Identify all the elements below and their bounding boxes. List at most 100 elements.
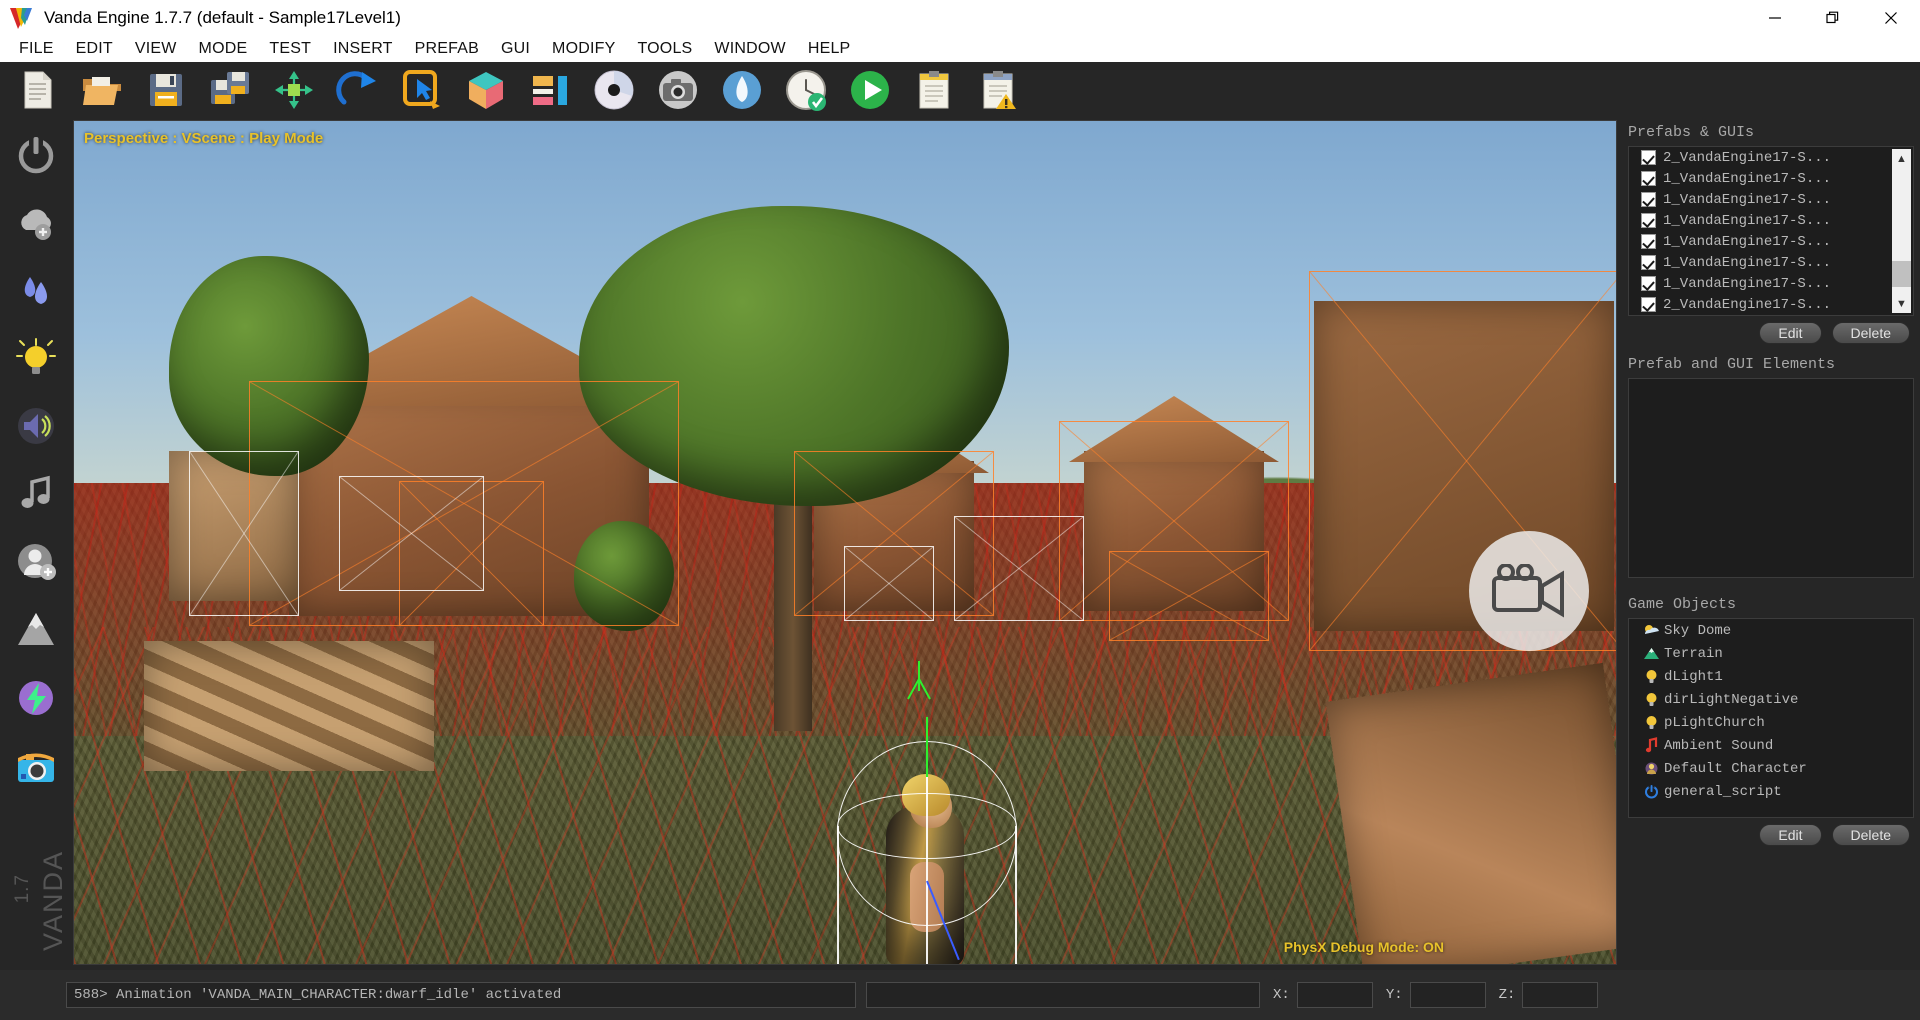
menu-item-tools[interactable]: TOOLS bbox=[626, 38, 703, 60]
restore-button[interactable] bbox=[1804, 0, 1862, 35]
checkbox-icon[interactable] bbox=[1641, 234, 1656, 249]
list-item[interactable]: dLight1 bbox=[1629, 665, 1913, 688]
minimize-button[interactable] bbox=[1746, 0, 1804, 35]
lightbulb-icon[interactable] bbox=[14, 336, 58, 380]
physics-bolt-icon[interactable] bbox=[14, 676, 58, 720]
list-item[interactable]: dirLightNegative bbox=[1629, 688, 1913, 711]
speaker-icon[interactable] bbox=[14, 404, 58, 448]
game-objects-delete-button[interactable]: Delete bbox=[1832, 824, 1910, 846]
checkbox-icon[interactable] bbox=[1641, 297, 1656, 312]
brand-name: VANDA bbox=[38, 850, 69, 951]
checkbox-icon[interactable] bbox=[1641, 255, 1656, 270]
game-objects-button-row: Edit Delete bbox=[1622, 818, 1920, 846]
mountain-icon[interactable] bbox=[14, 608, 58, 652]
open-folder-icon[interactable] bbox=[80, 68, 124, 112]
z-input[interactable] bbox=[1522, 982, 1598, 1008]
list-item-label: 1_VandaEngine17-S... bbox=[1663, 276, 1831, 292]
menu-item-mode[interactable]: MODE bbox=[188, 38, 259, 60]
x-label: X: bbox=[1273, 987, 1290, 1003]
list-item[interactable]: Terrain bbox=[1629, 642, 1913, 665]
checkbox-icon[interactable] bbox=[1641, 276, 1656, 291]
save-as-floppy-icon[interactable] bbox=[208, 68, 252, 112]
menu-item-file[interactable]: FILE bbox=[8, 38, 65, 60]
save-floppy-icon[interactable] bbox=[144, 68, 188, 112]
rotate-arrow-icon[interactable] bbox=[336, 68, 380, 112]
add-character-icon[interactable] bbox=[14, 540, 58, 584]
scrollbar-thumb[interactable] bbox=[1892, 261, 1911, 287]
play-icon[interactable] bbox=[848, 68, 892, 112]
clipboard-icon[interactable] bbox=[912, 68, 956, 112]
character-icon bbox=[1643, 760, 1660, 777]
game-objects-list[interactable]: Sky Dome Terrain dLight1 bbox=[1628, 618, 1914, 818]
list-item[interactable]: 1_VandaEngine17-S... bbox=[1629, 210, 1913, 231]
water-drop-icon[interactable] bbox=[720, 68, 764, 112]
prefabs-edit-button[interactable]: Edit bbox=[1759, 322, 1821, 344]
y-input[interactable] bbox=[1410, 982, 1486, 1008]
checkbox-icon[interactable] bbox=[1641, 150, 1656, 165]
list-item[interactable]: 1_VandaEngine17-S... bbox=[1629, 168, 1913, 189]
list-item-label: 1_VandaEngine17-S... bbox=[1663, 213, 1831, 229]
menu-item-modify[interactable]: MODIFY bbox=[541, 38, 626, 60]
clipboard-warning-icon[interactable] bbox=[976, 68, 1020, 112]
menu-item-insert[interactable]: INSERT bbox=[322, 38, 404, 60]
list-item-label: 2_VandaEngine17-S... bbox=[1663, 297, 1831, 313]
close-button[interactable] bbox=[1862, 0, 1920, 35]
menu-item-help[interactable]: HELP bbox=[797, 38, 862, 60]
vanda-logo-icon bbox=[8, 5, 34, 31]
list-item[interactable]: pLightChurch bbox=[1629, 711, 1913, 734]
prefabs-delete-button[interactable]: Delete bbox=[1832, 322, 1910, 344]
menu-item-window[interactable]: WINDOW bbox=[703, 38, 796, 60]
water-drops-icon[interactable] bbox=[14, 268, 58, 312]
command-input[interactable] bbox=[866, 982, 1260, 1008]
select-cursor-icon[interactable] bbox=[400, 68, 444, 112]
scroll-up-icon[interactable]: ▲ bbox=[1892, 149, 1911, 168]
checkbox-icon[interactable] bbox=[1641, 192, 1656, 207]
cube-icon[interactable] bbox=[464, 68, 508, 112]
checkbox-icon[interactable] bbox=[1641, 213, 1656, 228]
y-label: Y: bbox=[1386, 987, 1403, 1003]
move-arrows-icon[interactable] bbox=[272, 68, 316, 112]
scene-viewport[interactable]: Perspective : VScene : Play Mode PhysX D… bbox=[73, 120, 1617, 965]
clock-check-icon[interactable] bbox=[784, 68, 828, 112]
trigger-wireframe-1 bbox=[189, 451, 299, 616]
prefabs-list[interactable]: 2_VandaEngine17-S... 1_VandaEngine17-S..… bbox=[1628, 146, 1914, 316]
menu-bar: FILE EDIT VIEW MODE TEST INSERT PREFAB G… bbox=[0, 35, 1920, 62]
cloud-add-icon[interactable] bbox=[14, 200, 58, 244]
window-controls bbox=[1746, 0, 1920, 35]
list-item[interactable]: 2_VandaEngine17-S... bbox=[1629, 147, 1913, 168]
z-label: Z: bbox=[1499, 987, 1516, 1003]
list-item[interactable]: 1_VandaEngine17-S... bbox=[1629, 189, 1913, 210]
game-objects-edit-button[interactable]: Edit bbox=[1759, 824, 1821, 846]
sky-dome-icon bbox=[1643, 622, 1660, 639]
list-item[interactable]: 1_VandaEngine17-S... bbox=[1629, 252, 1913, 273]
camera-add-icon[interactable] bbox=[14, 744, 58, 788]
list-item[interactable]: 1_VandaEngine17-S... bbox=[1629, 273, 1913, 294]
wood-plank-foreground bbox=[1326, 663, 1617, 965]
list-item[interactable]: 2_VandaEngine17-S... bbox=[1629, 294, 1913, 315]
power-icon[interactable] bbox=[14, 132, 58, 176]
gui-layout-icon[interactable] bbox=[528, 68, 572, 112]
list-item[interactable]: Ambient Sound bbox=[1629, 734, 1913, 757]
menu-item-test[interactable]: TEST bbox=[258, 38, 322, 60]
list-item[interactable]: Default Character bbox=[1629, 757, 1913, 780]
menu-item-gui[interactable]: GUI bbox=[490, 38, 541, 60]
camera-icon[interactable] bbox=[656, 68, 700, 112]
new-document-icon[interactable] bbox=[16, 68, 60, 112]
disc-icon[interactable] bbox=[592, 68, 636, 112]
menu-item-prefab[interactable]: PREFAB bbox=[404, 38, 490, 60]
elements-panel-title: Prefab and GUI Elements bbox=[1622, 344, 1920, 378]
brand-version: 1.7 bbox=[12, 874, 34, 903]
list-item[interactable]: Sky Dome bbox=[1629, 619, 1913, 642]
x-input[interactable] bbox=[1297, 982, 1373, 1008]
prefabs-scrollbar[interactable]: ▲ ▼ bbox=[1892, 149, 1911, 313]
list-item-label: 1_VandaEngine17-S... bbox=[1663, 171, 1831, 187]
menu-item-view[interactable]: VIEW bbox=[124, 38, 188, 60]
list-item[interactable]: general_script bbox=[1629, 780, 1913, 803]
menu-item-edit[interactable]: EDIT bbox=[65, 38, 124, 60]
music-note-icon[interactable] bbox=[14, 472, 58, 516]
checkbox-icon[interactable] bbox=[1641, 171, 1656, 186]
capsule-right-edge bbox=[1015, 826, 1017, 965]
elements-list[interactable] bbox=[1628, 378, 1914, 578]
scroll-down-icon[interactable]: ▼ bbox=[1892, 294, 1911, 313]
list-item[interactable]: 1_VandaEngine17-S... bbox=[1629, 231, 1913, 252]
